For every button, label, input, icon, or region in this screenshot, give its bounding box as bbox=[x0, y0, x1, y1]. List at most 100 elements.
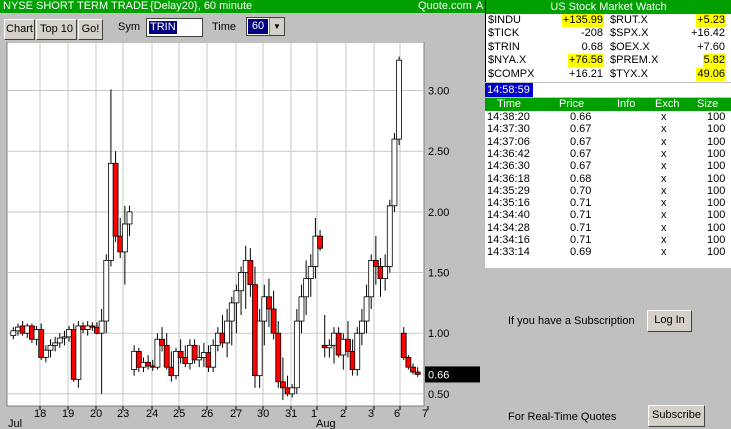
trade-cell: 100 bbox=[707, 197, 726, 210]
trades-table: 14:38:20 0.66 x 100 14:37:30 0.67 x 100 14:37:06… bbox=[485, 111, 731, 268]
trade-cell: x bbox=[661, 147, 667, 160]
trade-cell: 0.67 bbox=[570, 135, 592, 148]
trade-cell: 100 bbox=[707, 246, 726, 259]
log-in-button[interactable]: Log In bbox=[647, 310, 692, 332]
candle bbox=[391, 133, 398, 212]
x-tick-label: 24 bbox=[146, 408, 158, 420]
trades-column-header: Size bbox=[697, 98, 719, 110]
trade-cell: 0.71 bbox=[570, 197, 592, 210]
trade-cell: 14:35:16 bbox=[487, 197, 530, 210]
watch-value: 5.82 bbox=[702, 54, 726, 68]
trade-cell: 14:37:06 bbox=[487, 135, 530, 148]
trades-column-header: Time bbox=[497, 98, 522, 110]
watch-row: $PREM.X 5.82 bbox=[608, 54, 728, 68]
time-label: Time bbox=[212, 21, 237, 33]
realtime-text: For Real-Time Quotes bbox=[508, 411, 617, 423]
x-tick-label: 18 bbox=[34, 408, 46, 420]
trade-cell: 14:34:40 bbox=[487, 209, 530, 222]
month-label: Aug bbox=[316, 418, 336, 429]
chart-button[interactable]: Chart bbox=[4, 19, 35, 40]
trade-cell: 0.67 bbox=[570, 147, 592, 160]
trade-cell: 100 bbox=[707, 221, 726, 234]
watch-value: 0.68 bbox=[581, 40, 603, 53]
watch-symbol: $PREM.X bbox=[610, 54, 659, 67]
trade-cell: 100 bbox=[707, 172, 726, 185]
trade-cell: 100 bbox=[707, 234, 726, 246]
app-window: NYSE SHORT TERM TRADE {Delay20}, 60 minu… bbox=[0, 0, 731, 429]
watch-symbol: $TICK bbox=[488, 27, 520, 40]
trade-cell: 100 bbox=[707, 135, 726, 148]
source-label: Quote.com bbox=[418, 0, 472, 12]
trades-column-header: Price bbox=[559, 98, 585, 110]
trade-cell: 14:34:28 bbox=[487, 221, 530, 234]
candle bbox=[293, 308, 300, 394]
chart-title-bar: NYSE SHORT TERM TRADE {Delay20}, 60 minu… bbox=[0, 0, 485, 13]
y-tick-label: 1.50 bbox=[428, 268, 449, 280]
clock-bar bbox=[533, 83, 731, 97]
watch-value: +7.60 bbox=[697, 40, 725, 53]
chevron-down-icon[interactable]: ▼ bbox=[269, 18, 284, 35]
trade-cell: 0.71 bbox=[570, 221, 592, 234]
trade-cell: x bbox=[661, 197, 667, 210]
candle bbox=[354, 327, 361, 376]
trade-cell: x bbox=[661, 111, 667, 123]
trade-row: 14:36:42 0.67 x 100 bbox=[485, 148, 731, 160]
trade-cell: 14:35:29 bbox=[487, 184, 530, 197]
trades-column-header: Exch bbox=[655, 98, 680, 110]
subscribe-button[interactable]: Subscribe bbox=[648, 405, 705, 427]
watch-row: $TICK -208 bbox=[486, 27, 606, 40]
trade-cell: x bbox=[661, 209, 667, 222]
trade-cell: x bbox=[661, 221, 667, 234]
symbol-input[interactable]: TRIN bbox=[146, 18, 203, 37]
watch-value: +135.99 bbox=[561, 14, 604, 27]
trade-cell: 100 bbox=[707, 111, 726, 123]
corner-label: A bbox=[476, 0, 484, 12]
last-value-label: 0.66 bbox=[428, 369, 449, 381]
trade-cell: 0.69 bbox=[570, 246, 592, 259]
trade-cell: 100 bbox=[707, 147, 726, 160]
trade-cell: x bbox=[661, 246, 667, 259]
watch-value: +5.23 bbox=[696, 14, 726, 27]
watch-symbol: $INDU bbox=[488, 14, 522, 26]
y-tick-label: 0.50 bbox=[428, 389, 449, 401]
trade-cell: 0.68 bbox=[570, 172, 592, 185]
watch-row: $RUT.X +5.23 bbox=[608, 14, 728, 27]
trade-cell: x bbox=[661, 234, 667, 246]
trade-cell: 14:33:14 bbox=[487, 246, 530, 259]
market-watch-header: US Stock Market Watch bbox=[485, 0, 731, 14]
trade-cell: 0.71 bbox=[570, 234, 592, 246]
clock-display: 14:58:59 bbox=[485, 83, 533, 97]
watch-symbol: $COMPX bbox=[488, 67, 535, 80]
watch-symbol: $SPX.X bbox=[610, 27, 649, 40]
trades-header: Time Price Info Exch Size bbox=[485, 98, 731, 111]
go-button[interactable]: Go! bbox=[78, 19, 103, 40]
watch-symbol: $NYA.X bbox=[488, 54, 527, 67]
trade-cell: 100 bbox=[707, 209, 726, 222]
x-tick-label: 26 bbox=[201, 408, 213, 420]
chart-panel: NYSE SHORT TERM TRADE {Delay20}, 60 minu… bbox=[0, 0, 485, 429]
candle bbox=[75, 321, 82, 388]
time-interval-select[interactable]: 60 ▼ bbox=[246, 17, 285, 36]
x-tick-label: 20 bbox=[90, 408, 102, 420]
trade-row: 14:36:30 0.67 x 100 bbox=[485, 160, 731, 172]
x-tick-label: 25 bbox=[173, 408, 185, 420]
trade-cell: 14:34:16 bbox=[487, 234, 530, 246]
watch-row: $NYA.X +76.56 bbox=[486, 54, 606, 68]
trade-cell: 14:37:30 bbox=[487, 123, 530, 136]
watch-symbol: $RUT.X bbox=[610, 14, 648, 26]
x-tick-label: 27 bbox=[230, 408, 242, 420]
trade-cell: 14:36:18 bbox=[487, 172, 530, 185]
trade-row: 14:36:18 0.68 x 100 bbox=[485, 173, 731, 185]
watch-value: +16.42 bbox=[691, 27, 725, 40]
y-tick-label: 2.00 bbox=[428, 207, 449, 219]
market-watch-table: $INDU +135.99 $RUT.X +5.23 $TICK -208 $SPX.X +1… bbox=[485, 14, 731, 82]
trade-cell: 14:36:30 bbox=[487, 160, 530, 173]
top10-button[interactable]: Top 10 bbox=[36, 19, 77, 40]
trade-cell: x bbox=[661, 135, 667, 148]
x-tick-label: 31 bbox=[285, 408, 297, 420]
candlestick-chart: 3.00 2.50 2.00 1.50 1.00 0.50 18 19 20 23 24 25 26 2… bbox=[4, 42, 485, 429]
trade-row: 14:33:14 0.69 x 100 bbox=[485, 246, 731, 258]
watch-row: $OEX.X +7.60 bbox=[608, 41, 728, 54]
trade-cell: 0.70 bbox=[570, 184, 592, 197]
watch-symbol: $OEX.X bbox=[610, 40, 650, 53]
